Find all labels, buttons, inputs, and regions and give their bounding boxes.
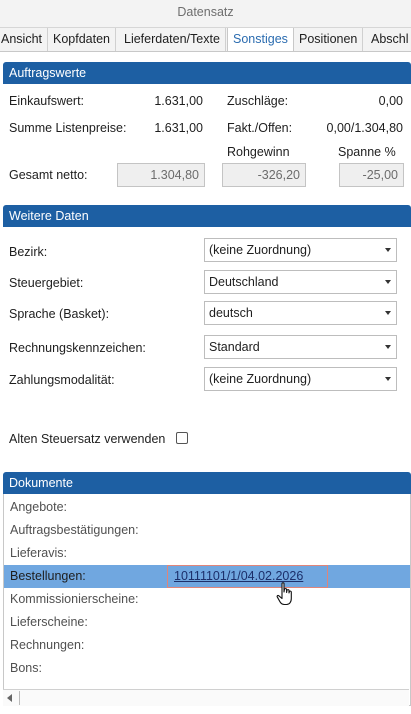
chevron-down-icon bbox=[385, 311, 391, 315]
rohgewinn-label: Rohgewinn bbox=[227, 145, 290, 159]
bestellung-link[interactable]: 10111101/1/04.02.2026 bbox=[167, 565, 328, 588]
summe-listenpreise-label: Summe Listenpreise: bbox=[9, 121, 127, 135]
spanne-label: Spanne % bbox=[338, 145, 396, 159]
document-type-label: Rechnungen: bbox=[10, 638, 85, 652]
chevron-down-icon bbox=[385, 345, 391, 349]
rohgewinn-field: -326,20 bbox=[222, 163, 306, 187]
summe-listenpreise-value: 1.631,00 bbox=[154, 121, 203, 135]
tab-kopfdaten[interactable]: Kopfdaten bbox=[48, 28, 116, 51]
zuschlaege-value: 0,00 bbox=[378, 94, 403, 108]
weitere-daten-header: Weitere Daten bbox=[3, 205, 411, 227]
alten-steuersatz-checkbox[interactable] bbox=[176, 432, 188, 444]
horizontal-scrollbar[interactable] bbox=[3, 689, 409, 706]
tab-positionen[interactable]: Positionen bbox=[294, 28, 364, 51]
document-type-label: Kommissionierscheine: bbox=[10, 592, 139, 606]
gesamt-netto-field: 1.304,80 bbox=[117, 163, 205, 187]
tab-lieferdaten-texte[interactable]: Lieferdaten/Texte bbox=[119, 28, 226, 51]
window-titlebar: Datensatz bbox=[0, 0, 411, 28]
list-item[interactable]: Lieferscheine: bbox=[4, 611, 410, 634]
fakt-offen-label: Fakt./Offen: bbox=[227, 121, 293, 135]
fakt-offen-value: 0,00/1.304,80 bbox=[326, 121, 403, 135]
spanne-field: -25,00 bbox=[339, 163, 404, 187]
steuergebiet-label: Steuergebiet: bbox=[9, 276, 84, 290]
chevron-down-icon bbox=[385, 280, 391, 284]
sprache-select-value: deutsch bbox=[209, 306, 253, 320]
bezirk-select-value: (keine Zuordnung) bbox=[209, 243, 312, 257]
bezirk-select[interactable]: (keine Zuordnung) bbox=[204, 238, 397, 262]
document-type-label: Bestellungen: bbox=[10, 569, 86, 583]
document-type-label: Lieferavis: bbox=[10, 546, 67, 560]
tab-ansicht[interactable]: Ansicht bbox=[0, 28, 48, 51]
rechnungskennzeichen-select-value: Standard bbox=[209, 340, 260, 354]
scroll-left-icon[interactable] bbox=[7, 694, 12, 702]
zahlungsmodalitaet-label: Zahlungsmodalität: bbox=[9, 373, 115, 387]
gesamt-netto-label: Gesamt netto: bbox=[9, 168, 88, 182]
dokumente-header: Dokumente bbox=[3, 472, 411, 494]
list-item[interactable]: Angebote: bbox=[4, 496, 410, 519]
list-item[interactable]: Auftragsbestätigungen: bbox=[4, 519, 410, 542]
hand-pointer-cursor-icon bbox=[276, 582, 292, 606]
zahlungsmodalitaet-select-value: (keine Zuordnung) bbox=[209, 372, 312, 386]
sprache-select[interactable]: deutsch bbox=[204, 301, 397, 325]
sprache-label: Sprache (Basket): bbox=[9, 307, 110, 321]
zahlungsmodalitaet-select[interactable]: (keine Zuordnung) bbox=[204, 367, 397, 391]
document-type-label: Lieferscheine: bbox=[10, 615, 88, 629]
window-title: Datensatz bbox=[177, 5, 234, 19]
document-type-label: Bons: bbox=[10, 661, 42, 675]
einkaufswert-label: Einkaufswert: bbox=[9, 94, 85, 108]
steuergebiet-select[interactable]: Deutschland bbox=[204, 270, 397, 294]
tab-bar: Ansicht Kopfdaten Lieferdaten/Texte Sons… bbox=[0, 28, 411, 52]
list-item[interactable]: Bons: bbox=[4, 657, 410, 680]
bezirk-label: Bezirk: bbox=[9, 245, 48, 259]
document-type-label: Angebote: bbox=[10, 500, 67, 514]
dokumente-list: Angebote: Auftragsbestätigungen: Liefera… bbox=[3, 494, 411, 706]
list-item-selected[interactable]: Bestellungen: 10111101/1/04.02.2026 bbox=[4, 565, 410, 588]
tab-sonstiges[interactable]: Sonstiges bbox=[227, 28, 294, 51]
rechnungskennzeichen-select[interactable]: Standard bbox=[204, 335, 397, 359]
scrollbar-track[interactable] bbox=[19, 691, 408, 705]
zuschlaege-label: Zuschläge: bbox=[227, 94, 289, 108]
rechnungskennzeichen-label: Rechnungskennzeichen: bbox=[9, 341, 146, 355]
list-item[interactable]: Kommissionierscheine: bbox=[4, 588, 410, 611]
chevron-down-icon bbox=[385, 248, 391, 252]
document-type-label: Auftragsbestätigungen: bbox=[10, 523, 139, 537]
chevron-down-icon bbox=[385, 377, 391, 381]
einkaufswert-value: 1.631,00 bbox=[154, 94, 203, 108]
list-item[interactable]: Lieferavis: bbox=[4, 542, 410, 565]
tab-abschluss[interactable]: Abschl bbox=[366, 28, 411, 51]
steuergebiet-select-value: Deutschland bbox=[209, 275, 279, 289]
auftragswerte-header: Auftragswerte bbox=[3, 62, 411, 84]
list-item[interactable]: Rechnungen: bbox=[4, 634, 410, 657]
alten-steuersatz-label: Alten Steuersatz verwenden bbox=[9, 432, 166, 446]
